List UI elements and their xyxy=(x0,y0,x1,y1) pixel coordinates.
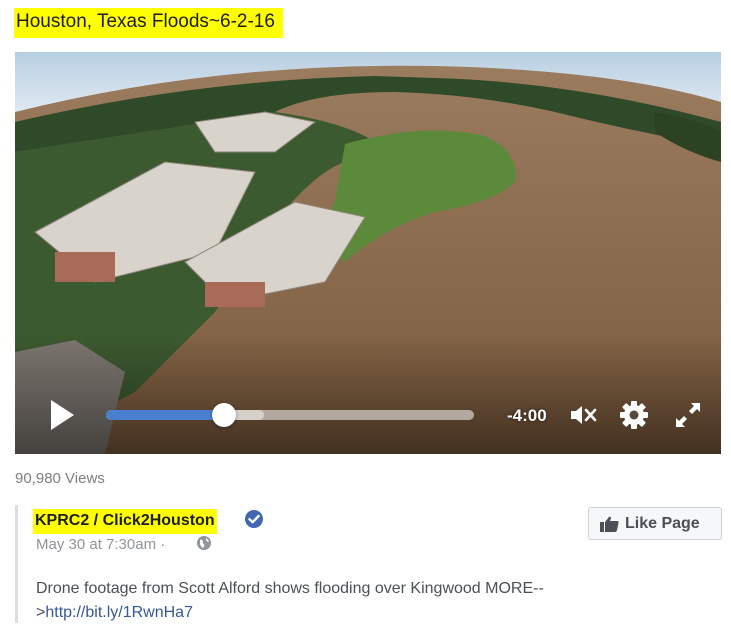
like-page-button[interactable]: Like Page xyxy=(588,507,722,540)
mute-icon[interactable] xyxy=(568,400,598,430)
video-title: Houston, Texas Floods~6-2-16 xyxy=(14,8,283,38)
view-count: 90,980 Views xyxy=(15,470,105,487)
page-name-link[interactable]: KPRC2 / Click2Houston xyxy=(33,509,217,534)
scrubber-handle[interactable] xyxy=(211,403,236,427)
settings-gear-icon[interactable] xyxy=(619,400,649,430)
fullscreen-icon[interactable] xyxy=(673,400,703,430)
video-frame xyxy=(15,52,721,454)
post-date[interactable]: May 30 at 7:30am · xyxy=(36,536,165,553)
verified-badge-icon xyxy=(245,510,263,528)
like-page-label: Like Page xyxy=(625,515,700,532)
play-button[interactable] xyxy=(51,400,74,430)
played-bar xyxy=(106,410,224,420)
video-player[interactable]: -4:00 xyxy=(15,52,721,454)
globe-icon xyxy=(197,536,211,550)
progress-bar[interactable] xyxy=(106,403,474,427)
description-link[interactable]: http://bit.ly/1RwnHa7 xyxy=(45,604,193,621)
post-description: Drone footage from Scott Alford shows fl… xyxy=(36,577,656,625)
post-attribution: KPRC2 / Click2Houston May 30 at 7:30am ·… xyxy=(15,505,724,623)
thumbs-up-icon xyxy=(600,516,619,532)
time-remaining: -4:00 xyxy=(507,406,547,425)
